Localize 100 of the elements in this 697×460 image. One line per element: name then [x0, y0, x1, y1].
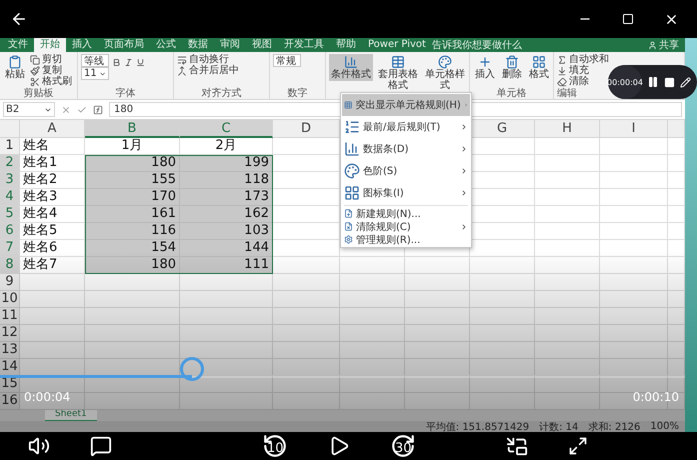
ribbon-tab[interactable]: 数据	[182, 38, 214, 52]
ribbon-tab[interactable]: 页面布局	[98, 38, 150, 52]
row-header[interactable]: 5	[0, 206, 20, 223]
stop-icon[interactable]	[664, 76, 675, 88]
ribbon-button[interactable]: 格式刷	[30, 76, 72, 87]
menu-item[interactable]: 清除规则(C)	[356, 220, 457, 234]
row-header[interactable]: 13	[0, 342, 20, 359]
menu-item[interactable]: 新建规则(N)...	[356, 206, 468, 220]
ribbon-button[interactable]: 合并后居中	[177, 65, 239, 76]
chevron-icon	[460, 145, 468, 153]
maximize-icon[interactable]	[622, 13, 634, 25]
table-cell	[668, 257, 685, 274]
row-header[interactable]: 12	[0, 325, 20, 342]
column-header[interactable]: I	[600, 120, 668, 138]
ribbon-tab[interactable]: 视图	[246, 38, 278, 52]
column-header[interactable]: C	[180, 120, 273, 138]
chart-icon	[344, 55, 358, 69]
back-icon[interactable]	[10, 10, 28, 28]
fullscreen-icon[interactable]	[568, 436, 588, 456]
menu-item[interactable]: 图标集(I)	[363, 186, 457, 200]
row-header[interactable]: 10	[0, 291, 20, 308]
column-header[interactable]: G	[470, 120, 535, 138]
row-header[interactable]: 2	[0, 155, 20, 172]
table-cell	[600, 189, 668, 206]
table-cell	[273, 342, 340, 359]
cancel-icon[interactable]	[61, 104, 71, 114]
ribbon-tab[interactable]: 文件	[2, 38, 34, 52]
row-header[interactable]: 4	[0, 189, 20, 206]
column-header[interactable]: H	[535, 120, 600, 138]
ribbon-button[interactable]: 自动求和	[557, 54, 609, 65]
rewind-button[interactable]: 10	[262, 433, 288, 459]
ribbon-button[interactable]: 插入	[473, 54, 497, 81]
forward-button[interactable]: 30	[390, 433, 416, 459]
menu-item[interactable]: 色阶(S)	[363, 164, 457, 178]
column-header[interactable]: B	[85, 120, 180, 138]
share-button[interactable]: 共享	[659, 38, 679, 52]
ribbon-button[interactable]: 套用表格格式	[376, 54, 420, 92]
status-text: 计数: 14	[539, 420, 578, 432]
ribbon-button[interactable]: 粘贴	[3, 54, 27, 81]
ribbon-button[interactable]: 条件格式	[329, 54, 373, 81]
settings-icon	[344, 235, 353, 244]
row-header[interactable]: 1	[0, 138, 20, 155]
function-icon[interactable]	[93, 104, 103, 114]
ribbon-button[interactable]: 单元格样式	[423, 54, 466, 92]
ribbon-tab[interactable]: 开始	[34, 38, 66, 52]
row-header[interactable]: 14	[0, 359, 20, 376]
enter-icon[interactable]	[77, 104, 87, 114]
name-box[interactable]: B2	[3, 102, 55, 117]
ribbon-tab[interactable]: 开发工具	[278, 38, 330, 52]
italic-icon[interactable]	[124, 58, 133, 67]
picture-in-picture-icon[interactable]	[506, 435, 528, 457]
scissors-icon	[30, 76, 40, 86]
ribbon-tab[interactable]: 审阅	[214, 38, 246, 52]
underline-icon[interactable]	[136, 58, 145, 67]
table-cell	[273, 308, 340, 325]
ribbon-tab[interactable]: Power Pivot	[362, 38, 432, 52]
pause-icon[interactable]	[647, 76, 659, 88]
pencil-icon[interactable]	[680, 76, 691, 88]
ribbon-tab[interactable]: 公式	[150, 38, 182, 52]
row-header[interactable]: 3	[0, 172, 20, 189]
table-cell: 199	[180, 155, 273, 172]
row-header[interactable]: 7	[0, 240, 20, 257]
ribbon-button[interactable]: 填充	[557, 65, 609, 76]
row-header[interactable]: 11	[0, 308, 20, 325]
bold-icon[interactable]	[112, 58, 121, 67]
table-cell	[340, 274, 405, 291]
column-header[interactable]: A	[20, 120, 85, 138]
ribbon-tab[interactable]: 帮助	[330, 38, 362, 52]
row-header[interactable]: 6	[0, 223, 20, 240]
ribbon-tab[interactable]: 插入	[66, 38, 98, 52]
table-cell: 1月	[85, 138, 180, 155]
ribbon-button[interactable]: 复制	[30, 65, 72, 76]
table-cell	[668, 291, 685, 308]
tell-me-search[interactable]: 告诉我你想要做什么	[432, 38, 642, 52]
row-header[interactable]: 8	[0, 257, 20, 274]
ribbon-button[interactable]: 格式	[527, 54, 550, 81]
progress-track[interactable]	[0, 375, 685, 378]
row-header[interactable]: 9	[0, 274, 20, 291]
ribbon-button[interactable]: 自动换行	[177, 54, 239, 65]
volume-icon[interactable]	[28, 435, 50, 457]
ribbon-button[interactable]: 删除	[500, 54, 524, 81]
column-header[interactable]: D	[273, 120, 340, 138]
menu-item[interactable]: 管理规则(R)...	[356, 232, 468, 246]
group-label: 对齐方式	[200, 88, 242, 99]
row-header[interactable]: 16	[0, 393, 20, 410]
ribbon-button[interactable]: 清除	[557, 76, 609, 87]
palette-icon	[344, 163, 360, 179]
table-cell	[668, 308, 685, 325]
table-cell	[20, 308, 85, 325]
menu-item[interactable]: 数据条(D)	[363, 142, 457, 156]
dropdown-field[interactable]: 等线	[81, 54, 109, 67]
dropdown-field[interactable]: 11	[81, 67, 109, 80]
chevron-icon	[460, 189, 468, 197]
table-cell: 2月	[180, 138, 273, 155]
subtitles-icon[interactable]	[90, 435, 112, 457]
progress-handle[interactable]	[180, 357, 204, 381]
dropdown-field[interactable]: 常规	[273, 54, 301, 67]
table-cell	[668, 240, 685, 257]
menu-item[interactable]: 最前/最后规则(T)	[363, 120, 457, 134]
list-icon	[344, 119, 360, 135]
